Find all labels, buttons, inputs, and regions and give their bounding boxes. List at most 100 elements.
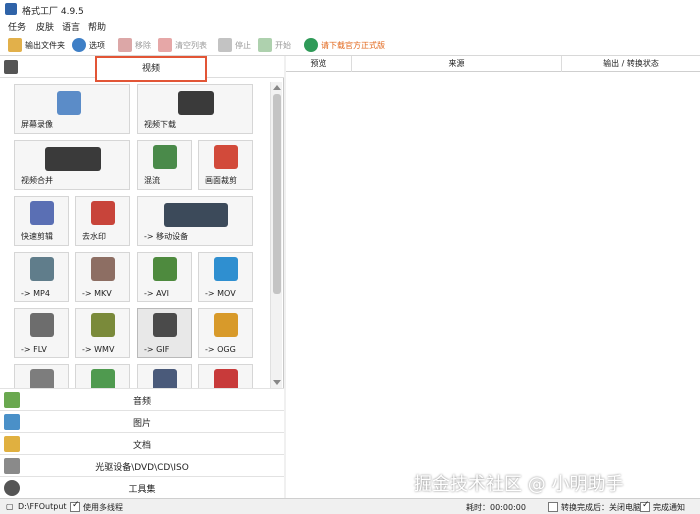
category-image[interactable]: 图片: [0, 410, 284, 432]
scroll-down-icon[interactable]: [273, 380, 281, 385]
download-official-link[interactable]: 请下载官方正式版: [304, 37, 385, 53]
after-convert-label: 转换完成后：关闭电脑: [561, 503, 641, 512]
tile-label: 视频下载: [144, 120, 176, 129]
tile-to-mp4[interactable]: -> MP4: [14, 252, 69, 302]
stop-label: 停止: [235, 40, 251, 50]
elapsed-time: 耗时：00:00:00: [466, 503, 526, 512]
tile-mux[interactable]: 混流: [137, 140, 192, 190]
category-tools[interactable]: 工具集: [0, 476, 284, 498]
column-preview[interactable]: 预览: [286, 56, 352, 72]
tile-to-wmv[interactable]: -> WMV: [75, 308, 130, 358]
tile-partial[interactable]: [137, 364, 192, 388]
tile-to-avi[interactable]: -> AVI: [137, 252, 192, 302]
tile-label: -> MOV: [205, 289, 236, 298]
options-button[interactable]: 选项: [72, 37, 105, 53]
wmv-file-icon: [91, 313, 115, 337]
remove-watermark-icon: [91, 201, 115, 225]
flash-file-icon: [214, 369, 238, 388]
tile-to-flv[interactable]: -> FLV: [14, 308, 69, 358]
menu-language[interactable]: 语言: [62, 20, 80, 33]
tile-label: -> FLV: [21, 345, 47, 354]
tile-label: 画面裁剪: [205, 176, 237, 185]
remove-label: 移除: [135, 40, 151, 50]
tile-label: 视频合并: [21, 176, 53, 185]
category-label: 工具集: [128, 485, 156, 495]
tile-label: -> 移动设备: [144, 232, 189, 241]
output-path[interactable]: D:\FFOutput: [18, 502, 67, 511]
menu-skin[interactable]: 皮肤: [36, 20, 54, 33]
tile-video-download[interactable]: 视频下载: [137, 84, 253, 134]
column-output-status[interactable]: 输出 / 转换状态: [562, 56, 700, 72]
tile-label: -> MKV: [82, 289, 112, 298]
video-category-header[interactable]: 视频: [0, 56, 284, 82]
video-category-label: 视频: [95, 56, 207, 82]
screen-record-icon: [57, 91, 81, 115]
tile-remove-watermark[interactable]: 去水印: [75, 196, 130, 246]
menu-help[interactable]: 帮助: [88, 20, 106, 33]
video-merge-icon: [45, 147, 101, 171]
stop-icon: [218, 38, 232, 52]
tile-to-gif[interactable]: -> GIF: [137, 308, 192, 358]
tile-quick-clip[interactable]: 快速剪辑: [14, 196, 69, 246]
scroll-up-icon[interactable]: [273, 85, 281, 90]
output-folder-button[interactable]: 输出文件夹: [8, 37, 65, 53]
tile-to-mkv[interactable]: -> MKV: [75, 252, 130, 302]
task-list[interactable]: 预览 来源 输出 / 转换状态: [286, 56, 700, 498]
tile-label: 屏幕录像: [21, 120, 53, 129]
category-audio[interactable]: 音频: [0, 388, 284, 410]
multithread-label: 使用多线程: [83, 503, 123, 512]
tile-label: -> OGG: [205, 345, 236, 354]
start-button[interactable]: 开始: [258, 37, 291, 53]
file-icon: [91, 369, 115, 388]
mobile-device-icon: [164, 203, 228, 227]
category-document[interactable]: 文档: [0, 432, 284, 454]
app-logo-icon: [5, 3, 17, 15]
folder-icon: [8, 38, 22, 52]
tile-partial[interactable]: [14, 364, 69, 388]
tile-mobile-device[interactable]: -> 移动设备: [137, 196, 253, 246]
clear-list-button[interactable]: 清空列表: [158, 37, 207, 53]
function-panel: 视频 屏幕录像 视频下载 视频合并 混流 画面裁剪 快速剪辑 去水印 -> 移动…: [0, 56, 284, 498]
tile-video-merge[interactable]: 视频合并: [14, 140, 130, 190]
tools-scrollbar[interactable]: [270, 82, 282, 388]
watermark: 掘金技术社区 @ 小明助手: [414, 474, 624, 495]
start-icon: [258, 38, 272, 52]
tile-to-mov[interactable]: -> MOV: [198, 252, 253, 302]
flv-file-icon: [30, 313, 54, 337]
tile-partial[interactable]: [75, 364, 130, 388]
after-convert-checkbox[interactable]: [548, 502, 558, 512]
tile-label: 快速剪辑: [21, 232, 53, 241]
avi-file-icon: [153, 257, 177, 281]
remove-button[interactable]: 移除: [118, 37, 151, 53]
clear-icon: [158, 38, 172, 52]
tile-partial[interactable]: [198, 364, 253, 388]
options-label: 选项: [89, 40, 105, 50]
globe-icon: [304, 38, 318, 52]
folder-icon: ▢: [6, 502, 14, 511]
category-label: 图片: [132, 419, 151, 429]
start-label: 开始: [275, 40, 291, 50]
menu-task[interactable]: 任务: [8, 20, 26, 33]
task-list-header: 预览 来源 输出 / 转换状态: [286, 56, 700, 72]
mkv-file-icon: [91, 257, 115, 281]
video-tools-grid: 屏幕录像 视频下载 视频合并 混流 画面裁剪 快速剪辑 去水印 -> 移动设备 …: [0, 82, 270, 388]
scroll-thumb[interactable]: [273, 94, 281, 294]
stop-button[interactable]: 停止: [218, 37, 251, 53]
mux-icon: [153, 145, 177, 169]
film-icon: [4, 60, 18, 74]
download-official-label: 请下载官方正式版: [321, 40, 385, 50]
tile-to-ogg[interactable]: -> OGG: [198, 308, 253, 358]
tile-crop[interactable]: 画面裁剪: [198, 140, 253, 190]
notify-checkbox[interactable]: [640, 500, 650, 512]
file-icon: [153, 369, 177, 388]
multithread-checkbox[interactable]: [70, 500, 80, 512]
category-disc[interactable]: 光驱设备\DVD\CD\ISO: [0, 454, 284, 476]
tile-label: -> GIF: [144, 345, 170, 354]
column-source[interactable]: 来源: [352, 56, 562, 72]
gear-icon: [72, 38, 86, 52]
category-label: 音频: [132, 397, 151, 407]
quick-clip-icon: [30, 201, 54, 225]
remove-icon: [118, 38, 132, 52]
file-icon: [30, 369, 54, 388]
tile-screen-record[interactable]: 屏幕录像: [14, 84, 130, 134]
